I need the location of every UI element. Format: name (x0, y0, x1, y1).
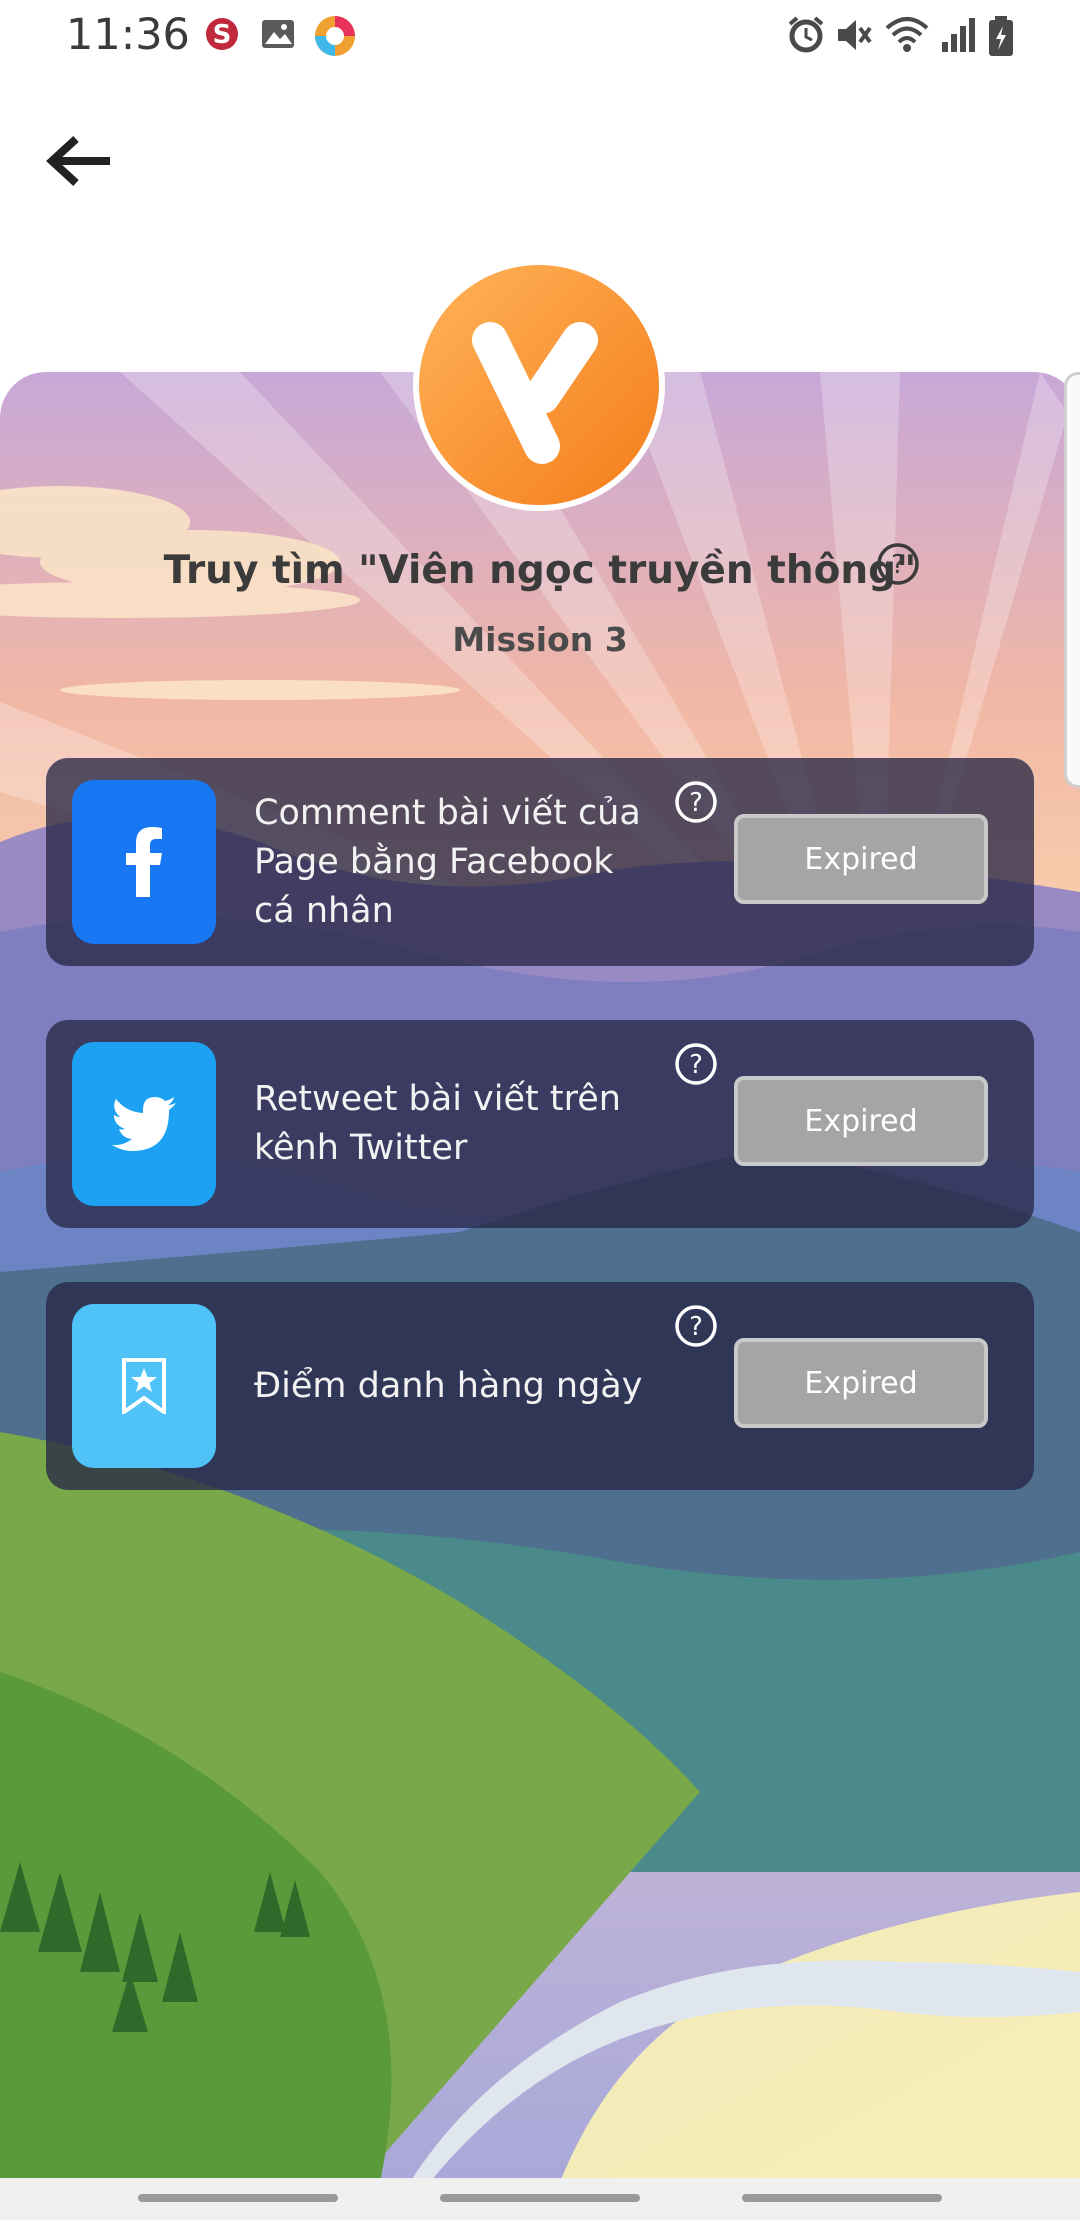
nav-recents-button[interactable] (138, 2194, 338, 2202)
expired-button[interactable]: Expired (734, 1076, 988, 1166)
gallery-icon (262, 20, 294, 48)
mission-subtitle: Mission 3 (452, 620, 628, 659)
expired-button[interactable]: Expired (734, 1338, 988, 1428)
task-label: Retweet bài viết trên kênh Twitter (254, 1079, 621, 1168)
help-icon[interactable]: ? (674, 780, 718, 824)
status-bar: 11:36 S (0, 0, 1080, 72)
wifi-icon (885, 17, 929, 52)
task-twitter-retweet: Retweet bài viết trên kênh Twitter ? Exp… (46, 1020, 1034, 1228)
svg-text:?: ? (689, 1050, 703, 1080)
twitter-icon (72, 1042, 216, 1206)
status-time: 11:36 (66, 10, 190, 60)
alarm-icon (788, 16, 824, 53)
task-label: Comment bài viết của Page bằng Facebook … (254, 792, 641, 931)
help-icon[interactable]: ? (674, 1042, 718, 1086)
help-icon[interactable]: ? (876, 542, 920, 586)
nav-back-button[interactable] (742, 2194, 942, 2202)
facebook-icon (72, 780, 216, 944)
app-logo (413, 259, 665, 511)
task-daily-checkin: Điểm danh hàng ngày ? Expired (46, 1282, 1034, 1490)
task-label: Điểm danh hàng ngày (254, 1365, 643, 1406)
signal-icon (942, 18, 975, 52)
help-icon[interactable]: ? (674, 1304, 718, 1348)
svg-text:?: ? (891, 550, 905, 580)
browser-notification-icon (315, 16, 355, 56)
battery-icon (989, 16, 1013, 56)
task-facebook-comment: Comment bài viết của Page bằng Facebook … (46, 758, 1034, 966)
nav-home-button[interactable] (440, 2194, 640, 2202)
expired-button[interactable]: Expired (734, 814, 988, 904)
bookmark-star-icon (72, 1304, 216, 1468)
app-notification-icon: S (206, 18, 238, 50)
svg-text:?: ? (689, 1312, 703, 1342)
mute-icon (838, 20, 872, 50)
back-button[interactable] (40, 128, 118, 198)
svg-text:?: ? (689, 788, 703, 818)
system-nav-bar (0, 2178, 1080, 2220)
svg-text:S: S (213, 20, 232, 50)
